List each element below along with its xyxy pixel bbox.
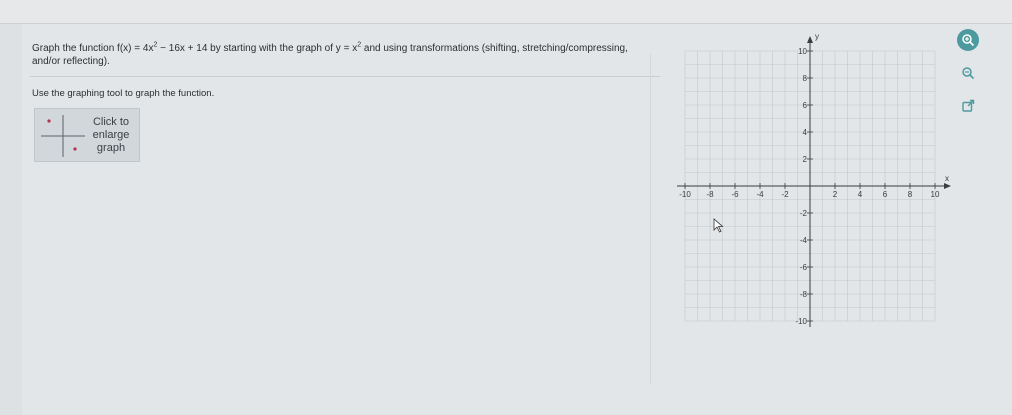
top-bar	[0, 0, 1012, 24]
x-axis-arrow-icon	[944, 183, 951, 189]
x-tick-label: 8	[908, 190, 913, 199]
x-tick-label: -6	[731, 190, 739, 199]
y-axis-label: y	[815, 32, 819, 41]
graph-toolbar	[957, 29, 987, 128]
popout-button[interactable]	[957, 95, 979, 117]
x-tick-label: -2	[781, 190, 789, 199]
instruction-text: Use the graphing tool to graph the funct…	[32, 88, 215, 99]
question-text: Graph the function f(x) = 4x2 − 16x + 14…	[32, 41, 628, 67]
divider	[30, 76, 660, 77]
x-tick-label: 6	[883, 190, 888, 199]
popout-icon	[962, 99, 975, 112]
zoom-in-icon	[962, 34, 975, 47]
zoom-out-icon	[962, 67, 975, 80]
y-tick-label: 8	[803, 74, 808, 83]
y-tick-label: 6	[803, 101, 808, 110]
y-tick-label: -4	[800, 236, 808, 245]
y-tick-label: -8	[800, 290, 808, 299]
mouse-pointer-icon	[713, 218, 724, 233]
coordinate-graph[interactable]: -10 -8 -6 -4 -2 2 4 6 8 10 10 8 6 4 2 -2 -4 -6 -8 -10 x y	[662, 24, 962, 359]
zoom-out-button[interactable]	[957, 62, 979, 84]
question-panel: Graph the function f(x) = 4x2 − 16x + 14…	[22, 24, 1012, 415]
enlarge-graph-button[interactable]: Click to enlarge graph	[34, 108, 140, 162]
x-tick-label: 10	[931, 190, 940, 199]
y-tick-label: -2	[800, 209, 808, 218]
enlarge-button-label: Click to enlarge graph	[92, 116, 130, 154]
x-tick-label: -10	[679, 190, 691, 199]
graph-thumbnail-icon	[41, 115, 85, 157]
x-axis-label: x	[945, 174, 949, 183]
x-tick-label: -4	[756, 190, 764, 199]
x-tick-label: -8	[706, 190, 714, 199]
y-tick-label: -6	[800, 263, 808, 272]
y-tick-label: 4	[803, 128, 808, 137]
y-tick-label: 2	[803, 155, 808, 164]
y-tick-label: -10	[795, 317, 807, 326]
y-axis-arrow-icon	[807, 36, 813, 43]
x-tick-label: 4	[858, 190, 863, 199]
x-tick-label: 2	[833, 190, 838, 199]
vertical-separator	[650, 54, 651, 384]
y-tick-label: 10	[798, 47, 807, 56]
zoom-in-button[interactable]	[957, 29, 979, 51]
